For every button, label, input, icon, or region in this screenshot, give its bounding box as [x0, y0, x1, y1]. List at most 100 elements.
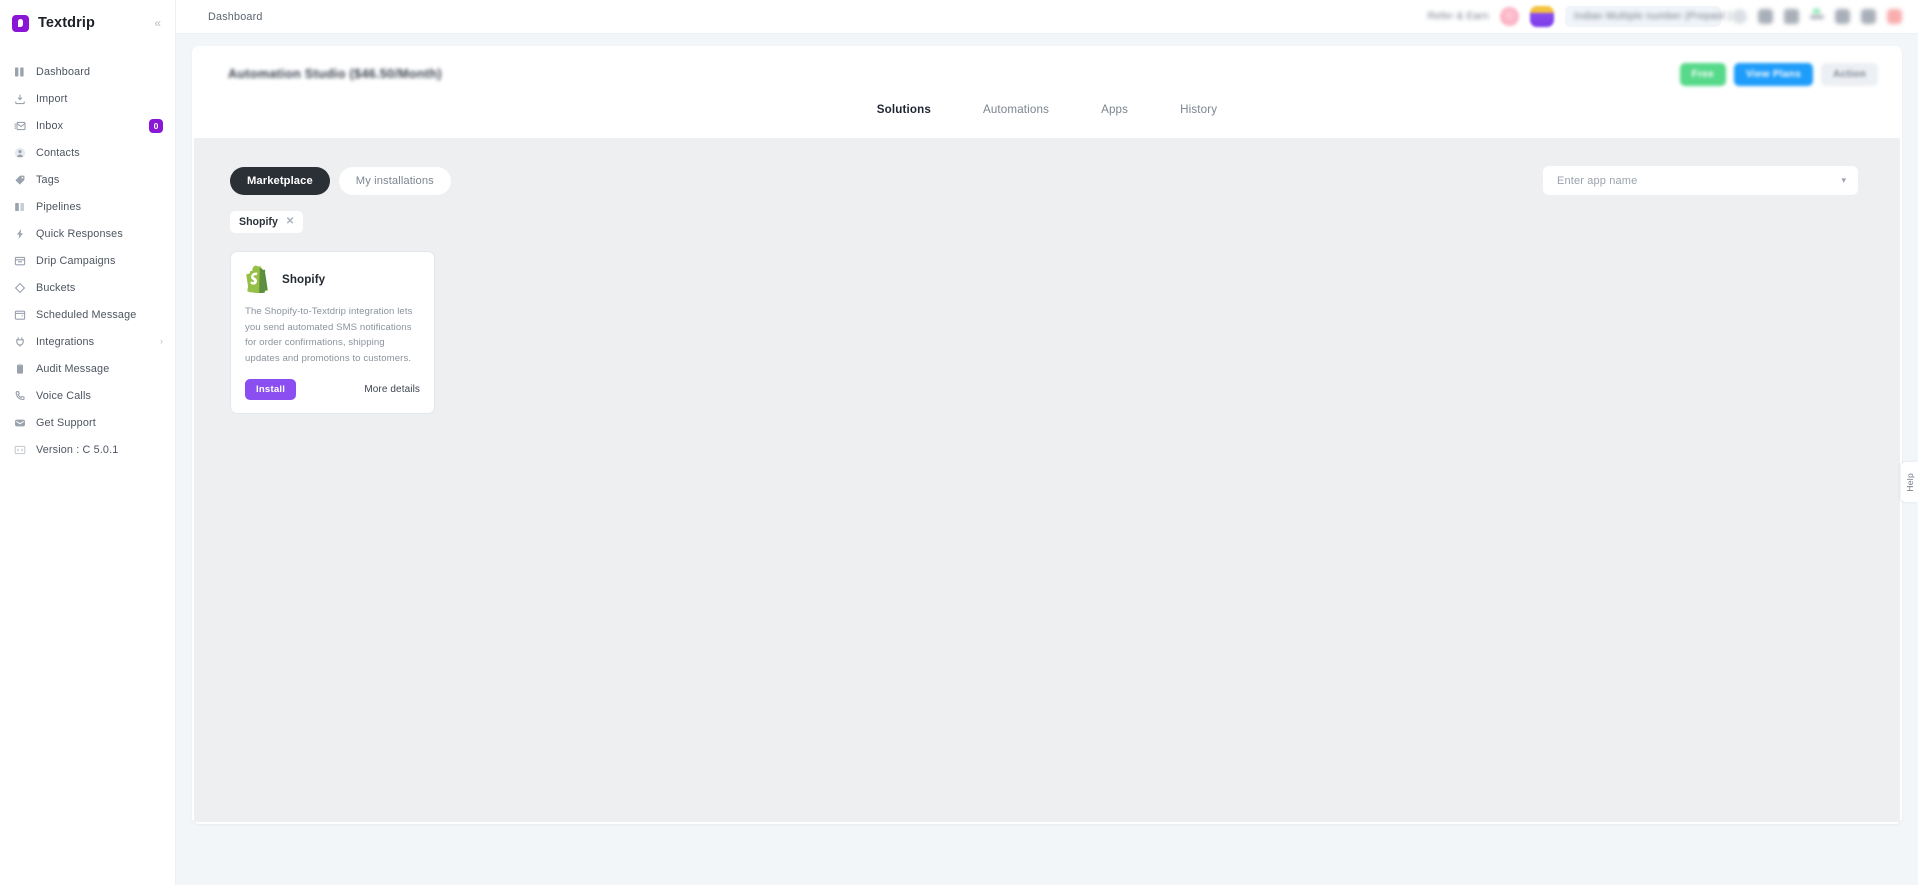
textdrip-logo-icon: [12, 14, 29, 32]
reward-icon[interactable]: [1500, 7, 1519, 26]
sidebar-item-buckets[interactable]: Buckets: [0, 274, 175, 301]
sidebar-item-label: Drip Campaigns: [36, 254, 116, 267]
sidebar-item-label: Tags: [36, 173, 60, 186]
tab-automations[interactable]: Automations: [983, 103, 1049, 118]
sidebar-item-quick-responses[interactable]: Quick Responses: [0, 220, 175, 247]
tab-solutions[interactable]: Solutions: [877, 103, 931, 118]
voice-call-icon: [13, 389, 26, 402]
settings-gear-icon[interactable]: [1861, 9, 1876, 24]
app-card-footer: Install More details: [245, 379, 420, 401]
sidebar-item-label: Dashboard: [36, 65, 91, 78]
dashboard-icon: [13, 65, 26, 78]
rewards-badge-icon[interactable]: [1530, 6, 1554, 27]
breadcrumb: Dashboard: [208, 10, 263, 23]
page-header: Automation Studio ($46.50/Month) Free Vi…: [192, 46, 1902, 102]
sidebar-item-contacts[interactable]: Contacts: [0, 139, 175, 166]
chevron-double-left-icon[interactable]: «: [154, 17, 161, 29]
sidebar-item-label: Import: [36, 92, 68, 105]
sidebar-item-scheduled-message[interactable]: Scheduled Message: [0, 301, 175, 328]
logout-icon[interactable]: [1887, 9, 1902, 24]
sidebar-item-label: Pipelines: [36, 200, 82, 213]
toggle-icon[interactable]: [1810, 8, 1824, 19]
sidebar-item-label: Scheduled Message: [36, 308, 137, 321]
sidebar: Textdrip « Dashboard Import Inbox 0 Cont…: [0, 0, 176, 885]
inbox-icon: [13, 119, 26, 132]
sidebar-item-label: Integrations: [36, 335, 95, 348]
sidebar-item-label: Version : C 5.0.1: [36, 443, 119, 456]
main-region: Dashboard Refer & Earn Indian Multiple n…: [176, 0, 1918, 885]
sidebar-nav: Dashboard Import Inbox 0 Contacts Tags P…: [0, 58, 175, 463]
close-icon[interactable]: ✕: [286, 217, 294, 227]
plug-icon: [13, 335, 26, 348]
sidebar-item-label: Get Support: [36, 416, 96, 429]
plan-badge-button[interactable]: Free: [1679, 62, 1726, 86]
clipboard-icon: [13, 362, 26, 375]
code-icon: [13, 443, 26, 456]
sidebar-item-label: Buckets: [36, 281, 76, 294]
sidebar-item-import[interactable]: Import: [0, 85, 175, 112]
sidebar-item-audit-message[interactable]: Audit Message: [0, 355, 175, 382]
chevron-down-icon[interactable]: ▾: [1841, 176, 1846, 185]
sidebar-item-dashboard[interactable]: Dashboard: [0, 58, 175, 85]
bolt-icon: [13, 227, 26, 240]
account-number-label: Indian Multiple number (Prepaid ): [1574, 11, 1732, 22]
sidebar-item-label: Audit Message: [36, 362, 110, 375]
refer-and-earn-link[interactable]: Refer & Earn: [1428, 11, 1489, 22]
page-card: Automation Studio ($46.50/Month) Free Vi…: [192, 46, 1902, 824]
filter-chip-label: Shopify: [239, 216, 278, 228]
view-plans-button[interactable]: View Plans: [1734, 62, 1814, 86]
brand-name: Textdrip: [38, 15, 95, 31]
contacts-icon: [13, 146, 26, 159]
calendar-icon: [13, 308, 26, 321]
sidebar-item-pipelines[interactable]: Pipelines: [0, 193, 175, 220]
sidebar-item-version[interactable]: Version : C 5.0.1: [0, 436, 175, 463]
tag-icon: [13, 173, 26, 186]
install-button[interactable]: Install: [245, 379, 297, 401]
tab-apps[interactable]: Apps: [1101, 103, 1128, 118]
filter-chip-row: Shopify ✕: [230, 211, 1858, 233]
app-card-grid: Shopify The Shopify-to-Textdrip integrat…: [230, 251, 1858, 415]
sidebar-item-drip-campaigns[interactable]: Drip Campaigns: [0, 247, 175, 274]
bucket-icon: [13, 281, 26, 294]
chat-icon[interactable]: [1784, 9, 1799, 24]
segment-marketplace[interactable]: Marketplace: [230, 166, 330, 195]
marketplace-inner: Marketplace My installations Enter app n…: [194, 166, 1900, 822]
sidebar-item-tags[interactable]: Tags: [0, 166, 175, 193]
inbox-unread-badge: 0: [149, 118, 163, 133]
import-icon: [13, 92, 26, 105]
sidebar-item-get-support[interactable]: Get Support: [0, 409, 175, 436]
app-card-title: Shopify: [282, 272, 326, 286]
sidebar-item-inbox[interactable]: Inbox 0: [0, 112, 175, 139]
topbar: Dashboard Refer & Earn Indian Multiple n…: [176, 0, 1918, 34]
sidebar-item-label: Quick Responses: [36, 227, 123, 240]
chevron-right-icon: ›: [160, 336, 163, 346]
drip-campaigns-icon: [13, 254, 26, 267]
page-header-actions: Free View Plans Action: [1679, 62, 1878, 86]
topbar-actions: Refer & Earn Indian Multiple number (Pre…: [1428, 6, 1902, 27]
app-search-input[interactable]: Enter app name ▾: [1543, 166, 1858, 195]
help-tab[interactable]: Help: [1901, 462, 1918, 502]
tab-history[interactable]: History: [1180, 103, 1217, 118]
pipelines-icon: [13, 200, 26, 213]
more-details-link[interactable]: More details: [364, 384, 420, 395]
app-card-shopify[interactable]: Shopify The Shopify-to-Textdrip integrat…: [230, 251, 435, 415]
sidebar-item-label: Contacts: [36, 146, 80, 159]
sidebar-item-voice-calls[interactable]: Voice Calls: [0, 382, 175, 409]
refresh-icon[interactable]: [1732, 9, 1747, 24]
sidebar-item-integrations[interactable]: Integrations ›: [0, 328, 175, 355]
sidebar-item-label: Inbox: [36, 119, 64, 132]
notification-bell-icon[interactable]: [1758, 9, 1773, 24]
app-search-wrap: Enter app name ▾: [1543, 166, 1858, 195]
filter-chip-shopify[interactable]: Shopify ✕: [230, 211, 304, 233]
account-number-selector[interactable]: Indian Multiple number (Prepaid ): [1565, 6, 1731, 27]
action-dropdown-button[interactable]: Action: [1821, 62, 1878, 86]
app-card-header: Shopify: [245, 265, 420, 294]
app-root: Textdrip « Dashboard Import Inbox 0 Cont…: [0, 0, 1918, 885]
app-card-description: The Shopify-to-Textdrip integration lets…: [245, 306, 413, 364]
help-tab-label: Help: [1904, 472, 1915, 492]
shopify-logo-icon: [245, 265, 271, 294]
app-search-placeholder: Enter app name: [1557, 174, 1638, 187]
marketplace-toolbar: Marketplace My installations Enter app n…: [230, 166, 1858, 195]
segment-my-installations[interactable]: My installations: [338, 166, 451, 195]
user-icon[interactable]: [1835, 9, 1850, 24]
